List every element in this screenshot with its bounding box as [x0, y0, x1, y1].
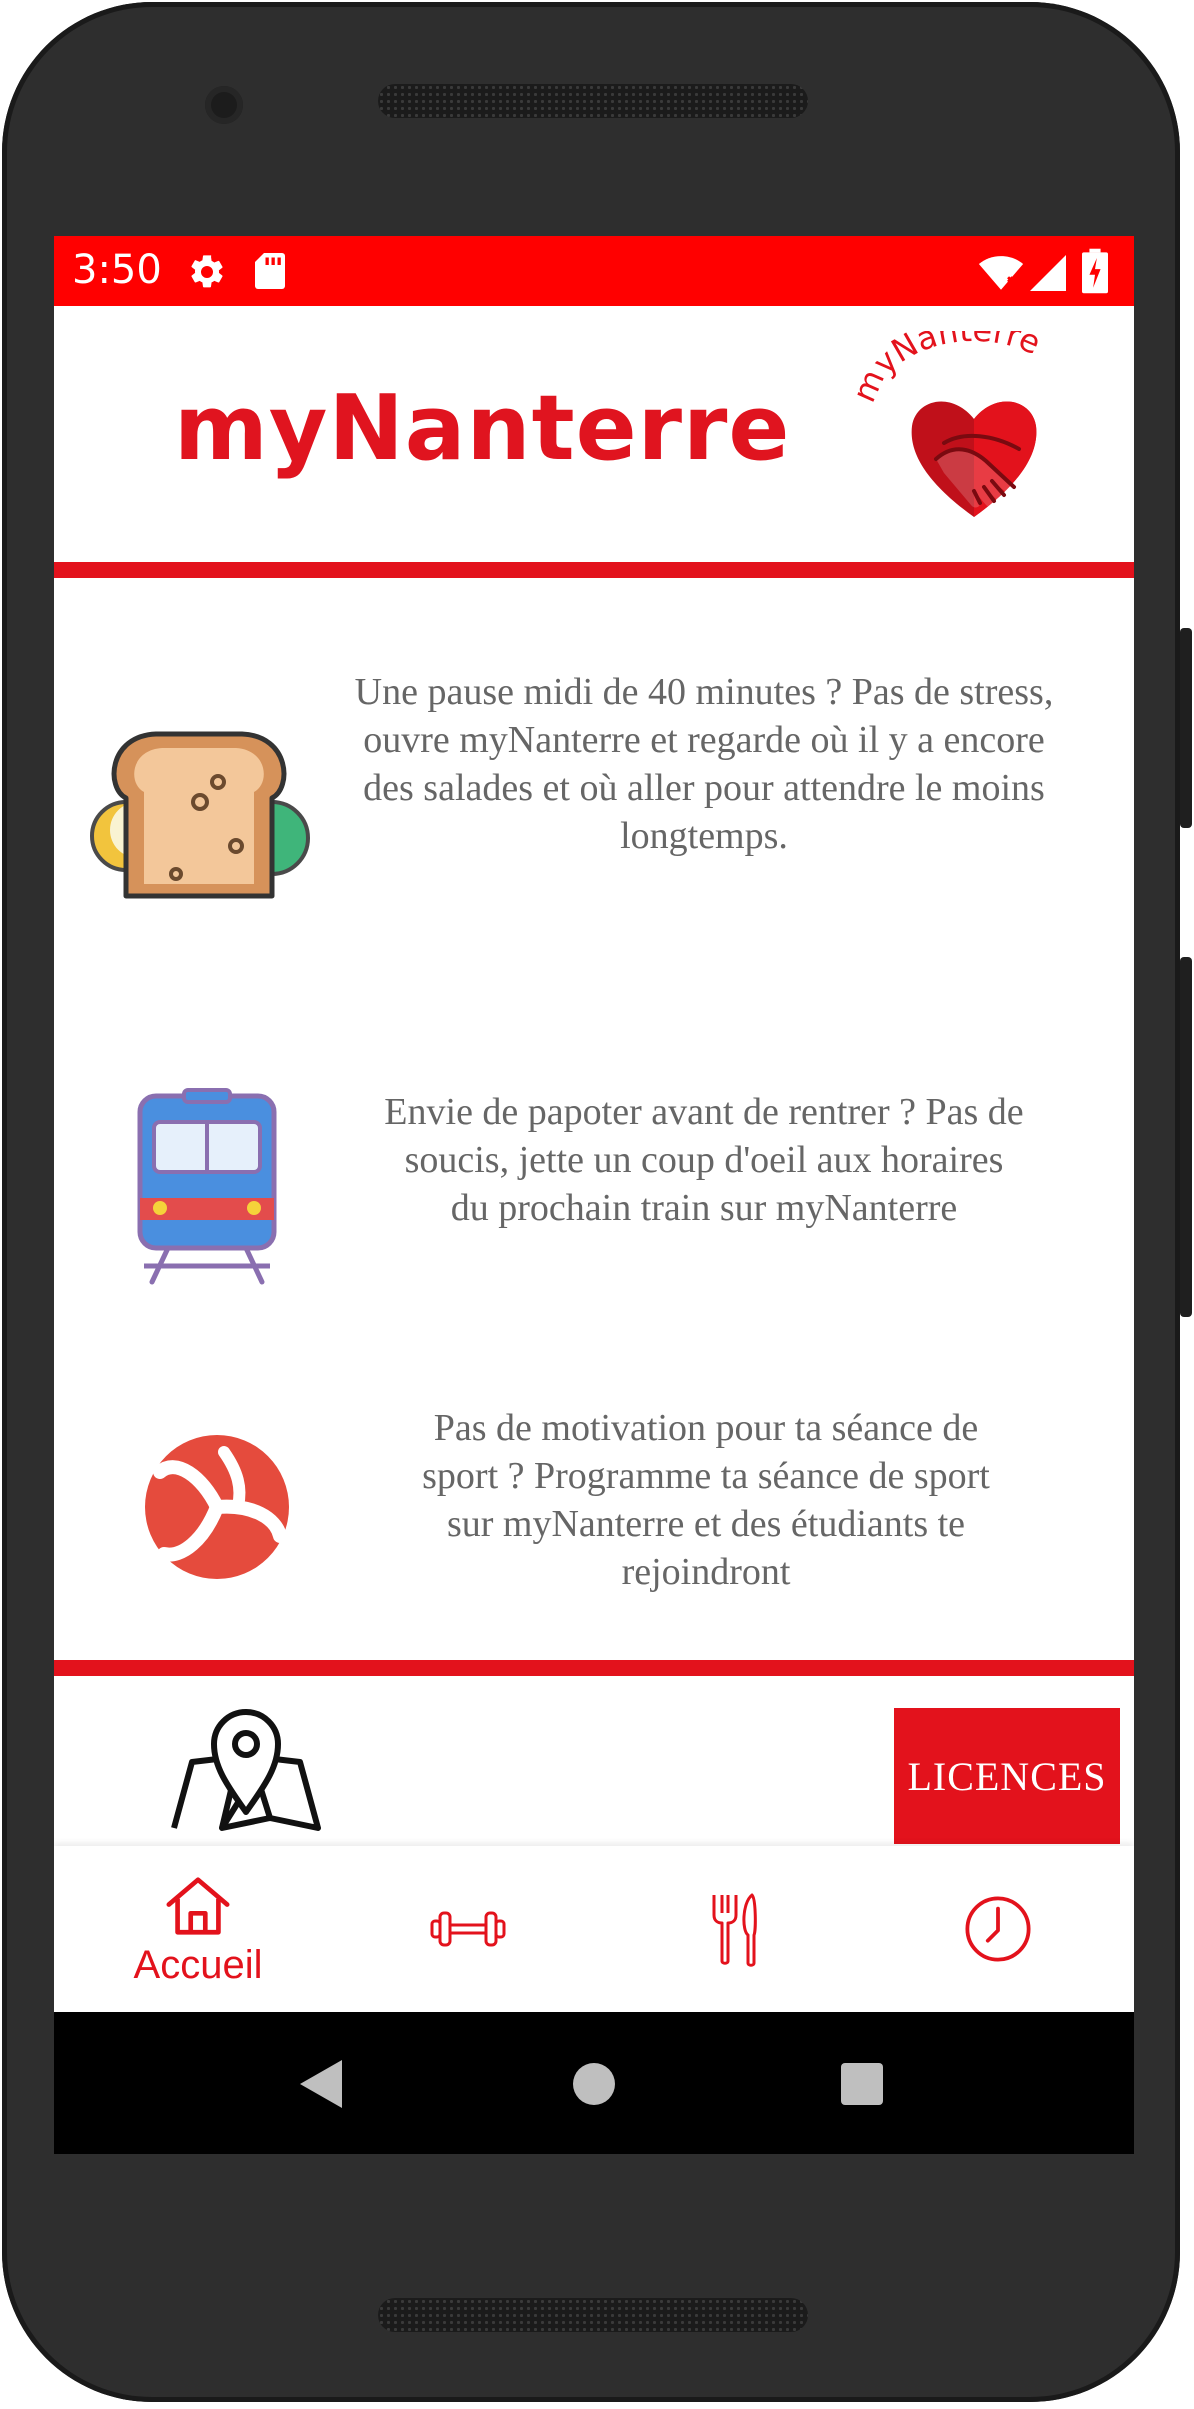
phone-frame: 3:50 myNanterre yNan rre Une pause midi …	[2, 2, 1192, 2402]
fork-knife-icon	[712, 1893, 757, 1967]
system-navigation-bar	[54, 2012, 1134, 2154]
power-button	[1180, 628, 1192, 828]
mynanterre-logo: myNanterre	[854, 331, 1046, 517]
footer-divider	[54, 1660, 1134, 1676]
gear-icon	[191, 255, 223, 288]
nav-restauration[interactable]	[624, 1846, 844, 2012]
nav-accueil[interactable]: Accueil	[88, 1846, 308, 2012]
feature-text-lunch: Une pause midi de 40 minutes ? Pas de st…	[354, 671, 1054, 857]
sd-card-icon	[255, 253, 285, 289]
wifi-icon	[978, 256, 1024, 290]
map-pin-icon[interactable]	[166, 1700, 326, 1836]
status-bar: 3:50	[54, 236, 1134, 306]
back-button[interactable]	[298, 2058, 344, 2110]
volume-button	[1180, 957, 1192, 1317]
front-camera	[205, 86, 243, 124]
clock-icon	[965, 1896, 1031, 1962]
train-icon	[137, 1088, 277, 1285]
dumbbell-icon	[430, 1911, 506, 1947]
feature-text-train: Envie de papoter avant de rentrer ? Pas …	[384, 1091, 1024, 1229]
recents-button[interactable]	[840, 2062, 884, 2106]
nav-horaires[interactable]	[888, 1846, 1108, 2012]
volleyball-icon	[145, 1435, 289, 1579]
status-time: 3:50	[72, 247, 162, 293]
app-title: myNanterre	[174, 376, 791, 481]
home-icon	[166, 1876, 230, 1935]
bottom-navigation: Accueil	[54, 1846, 1134, 2012]
sandwich-icon	[90, 731, 310, 899]
nav-sport[interactable]	[358, 1846, 578, 2012]
app-screen: 3:50 myNanterre yNan rre Une pause midi …	[54, 236, 1134, 2154]
feature-text-sport: Pas de motivation pour ta séance de spor…	[422, 1407, 990, 1593]
header-divider	[54, 562, 1134, 578]
home-button[interactable]	[572, 2062, 616, 2106]
battery-icon	[1082, 248, 1108, 294]
top-speaker	[378, 84, 808, 118]
licences-button[interactable]: LICENCES	[894, 1708, 1120, 1844]
svg-text:myNanterre: myNanterre	[854, 331, 1046, 408]
logo-text: myNanterre	[854, 331, 1046, 408]
nav-label-accueil: Accueil	[133, 1942, 263, 1987]
bottom-speaker	[378, 2298, 808, 2332]
signal-icon	[1030, 255, 1066, 291]
